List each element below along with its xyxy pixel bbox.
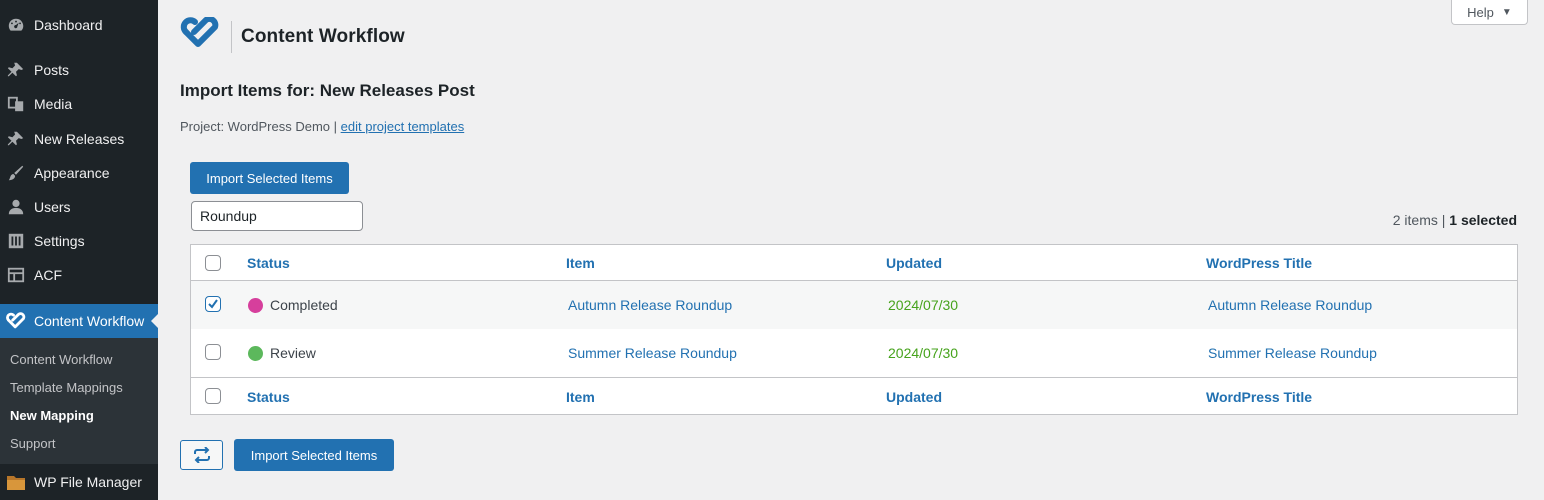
- content-workflow-logo-icon: [180, 16, 222, 56]
- sidebar-item-label: Dashboard: [34, 17, 103, 33]
- edit-project-templates-link[interactable]: edit project templates: [341, 119, 465, 134]
- column-header-wordpress-title[interactable]: WordPress Title: [1206, 245, 1312, 280]
- item-link[interactable]: Summer Release Roundup: [568, 329, 737, 377]
- project-info: Project: WordPress Demo | edit project t…: [180, 119, 464, 134]
- user-icon: [6, 197, 26, 217]
- pin-icon: [6, 129, 26, 149]
- status-cell: Completed: [248, 281, 338, 329]
- status-label: Review: [270, 345, 316, 361]
- dashboard-icon: [6, 15, 26, 35]
- updated-date: 2024/07/30: [888, 345, 959, 361]
- submenu: Content Workflow Template Mappings New M…: [0, 338, 158, 464]
- row-checkbox[interactable]: [205, 296, 221, 312]
- submenu-item-support[interactable]: Support: [10, 436, 56, 451]
- sidebar-item-label: Media: [34, 96, 73, 112]
- column-footer-item[interactable]: Item: [566, 379, 595, 414]
- project-label: Project: WordPress Demo |: [180, 119, 341, 134]
- updated-date: 2024/07/30: [888, 297, 959, 313]
- items-table: Status Item Updated WordPress Title Comp…: [190, 244, 1518, 415]
- sidebar-item-acf[interactable]: ACF: [0, 258, 158, 292]
- sidebar-item-label: Content Workflow: [34, 313, 145, 329]
- sidebar-item-label: Posts: [34, 62, 70, 78]
- pin-icon: [6, 60, 26, 80]
- help-button[interactable]: Help ▼: [1451, 0, 1528, 25]
- import-selected-button-top[interactable]: Import Selected Items: [190, 162, 349, 194]
- refresh-button[interactable]: [180, 440, 223, 470]
- sidebar-item-appearance[interactable]: Appearance: [0, 156, 158, 190]
- sidebar-item-new-releases[interactable]: New Releases: [0, 122, 158, 156]
- submenu-item-content-workflow[interactable]: Content Workflow: [10, 352, 112, 367]
- brand-header: Content Workflow: [180, 16, 405, 56]
- submenu-item-template-mappings[interactable]: Template Mappings: [10, 380, 123, 395]
- column-header-updated[interactable]: Updated: [886, 245, 942, 280]
- selected-count-text: 1 selected: [1449, 212, 1517, 228]
- column-header-item[interactable]: Item: [566, 245, 595, 280]
- submenu-item-new-mapping[interactable]: New Mapping: [10, 408, 94, 423]
- status-cell: Review: [248, 329, 316, 377]
- column-footer-status[interactable]: Status: [247, 379, 290, 414]
- settings-icon: [6, 231, 26, 251]
- folder-icon: [6, 472, 26, 492]
- media-icon: [6, 94, 26, 114]
- grid-icon: [6, 265, 26, 285]
- sidebar-item-label: Settings: [34, 233, 85, 249]
- status-dot: [248, 345, 263, 361]
- column-header-status[interactable]: Status: [247, 245, 290, 280]
- sidebar-item-wp-file-manager[interactable]: WP File Manager: [0, 465, 158, 499]
- status-dot: [248, 297, 263, 313]
- page-title: Import Items for: New Releases Post: [180, 81, 475, 100]
- sidebar-item-media[interactable]: Media: [0, 87, 158, 121]
- wordpress-title-link[interactable]: Autumn Release Roundup: [1208, 281, 1372, 329]
- select-all-checkbox-footer[interactable]: [205, 388, 221, 404]
- row-checkbox[interactable]: [205, 344, 221, 360]
- table-footer-row: Status Item Updated WordPress Title: [191, 379, 1517, 414]
- search-input[interactable]: [191, 201, 363, 231]
- brand-divider: [231, 20, 232, 53]
- table-row[interactable]: Completed Autumn Release Roundup 2024/07…: [191, 281, 1517, 329]
- sidebar-item-users[interactable]: Users: [0, 190, 158, 224]
- active-indicator: [151, 313, 159, 329]
- sidebar-item-label: ACF: [34, 267, 62, 283]
- admin-sidebar: Dashboard Posts Media New Releases Appea…: [0, 0, 159, 500]
- wordpress-title-link[interactable]: Summer Release Roundup: [1208, 329, 1377, 377]
- column-footer-wordpress-title[interactable]: WordPress Title: [1206, 379, 1312, 414]
- brand-title: Content Workflow: [241, 25, 405, 47]
- import-selected-button-bottom[interactable]: Import Selected Items: [234, 439, 394, 471]
- sidebar-item-posts[interactable]: Posts: [0, 53, 158, 87]
- table-header-row: Status Item Updated WordPress Title: [191, 245, 1517, 281]
- column-footer-updated[interactable]: Updated: [886, 379, 942, 414]
- sidebar-item-settings[interactable]: Settings: [0, 224, 158, 258]
- sidebar-item-label: New Releases: [34, 131, 125, 147]
- select-all-checkbox[interactable]: [205, 255, 221, 271]
- table-row[interactable]: Review Summer Release Roundup 2024/07/30…: [191, 329, 1517, 378]
- sidebar-item-content-workflow[interactable]: Content Workflow: [0, 304, 159, 338]
- caret-down-icon: ▼: [1501, 6, 1512, 18]
- sidebar-item-label: WP File Manager: [34, 474, 142, 490]
- status-label: Completed: [270, 297, 338, 313]
- brush-icon: [6, 163, 26, 183]
- checkmark-icon: [208, 299, 218, 309]
- help-label: Help: [1467, 4, 1494, 20]
- items-count: 2 items | 1 selected: [1393, 212, 1517, 228]
- item-link[interactable]: Autumn Release Roundup: [568, 281, 732, 329]
- sidebar-item-label: Users: [34, 199, 71, 215]
- sidebar-item-dashboard[interactable]: Dashboard: [0, 8, 158, 42]
- sidebar-item-label: Appearance: [34, 165, 110, 181]
- refresh-icon: [193, 447, 210, 463]
- items-count-text: 2 items |: [1392, 212, 1450, 228]
- content-workflow-icon: [6, 311, 26, 331]
